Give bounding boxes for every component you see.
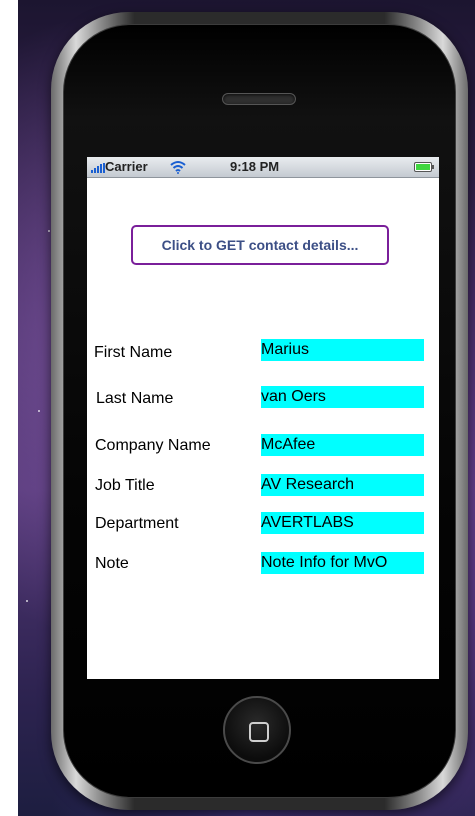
get-contact-details-button[interactable]: Click to GET contact details... [131, 225, 389, 265]
job-title-label: Job Title [95, 477, 155, 494]
home-square-icon [249, 722, 269, 742]
department-value: AVERTLABS [261, 512, 424, 534]
first-name-value: Marius [261, 339, 424, 361]
first-name-label: First Name [94, 344, 173, 361]
earpiece-speaker [222, 93, 296, 105]
status-bar: Carrier 9:18 PM [87, 157, 439, 178]
last-name-label: Last Name [96, 390, 174, 407]
job-title-value: AV Research [261, 474, 424, 496]
battery-icon [414, 162, 434, 172]
status-time: 9:18 PM [230, 159, 280, 174]
star [48, 230, 50, 232]
note-value: Note Info for MvO [261, 552, 424, 574]
company-name-label: Company Name [95, 437, 211, 454]
star [26, 600, 28, 602]
carrier-name: Carrier [105, 159, 148, 174]
home-button[interactable] [223, 696, 291, 764]
department-label: Department [95, 515, 179, 532]
company-name-value: McAfee [261, 434, 424, 456]
signal-bars-icon [91, 163, 105, 173]
last-name-value: van Oers [261, 386, 424, 408]
note-label: Note [95, 555, 129, 572]
wifi-icon [170, 161, 186, 174]
device-screen: Carrier 9:18 PM Click to GET contact det… [87, 157, 439, 679]
star [38, 410, 40, 412]
